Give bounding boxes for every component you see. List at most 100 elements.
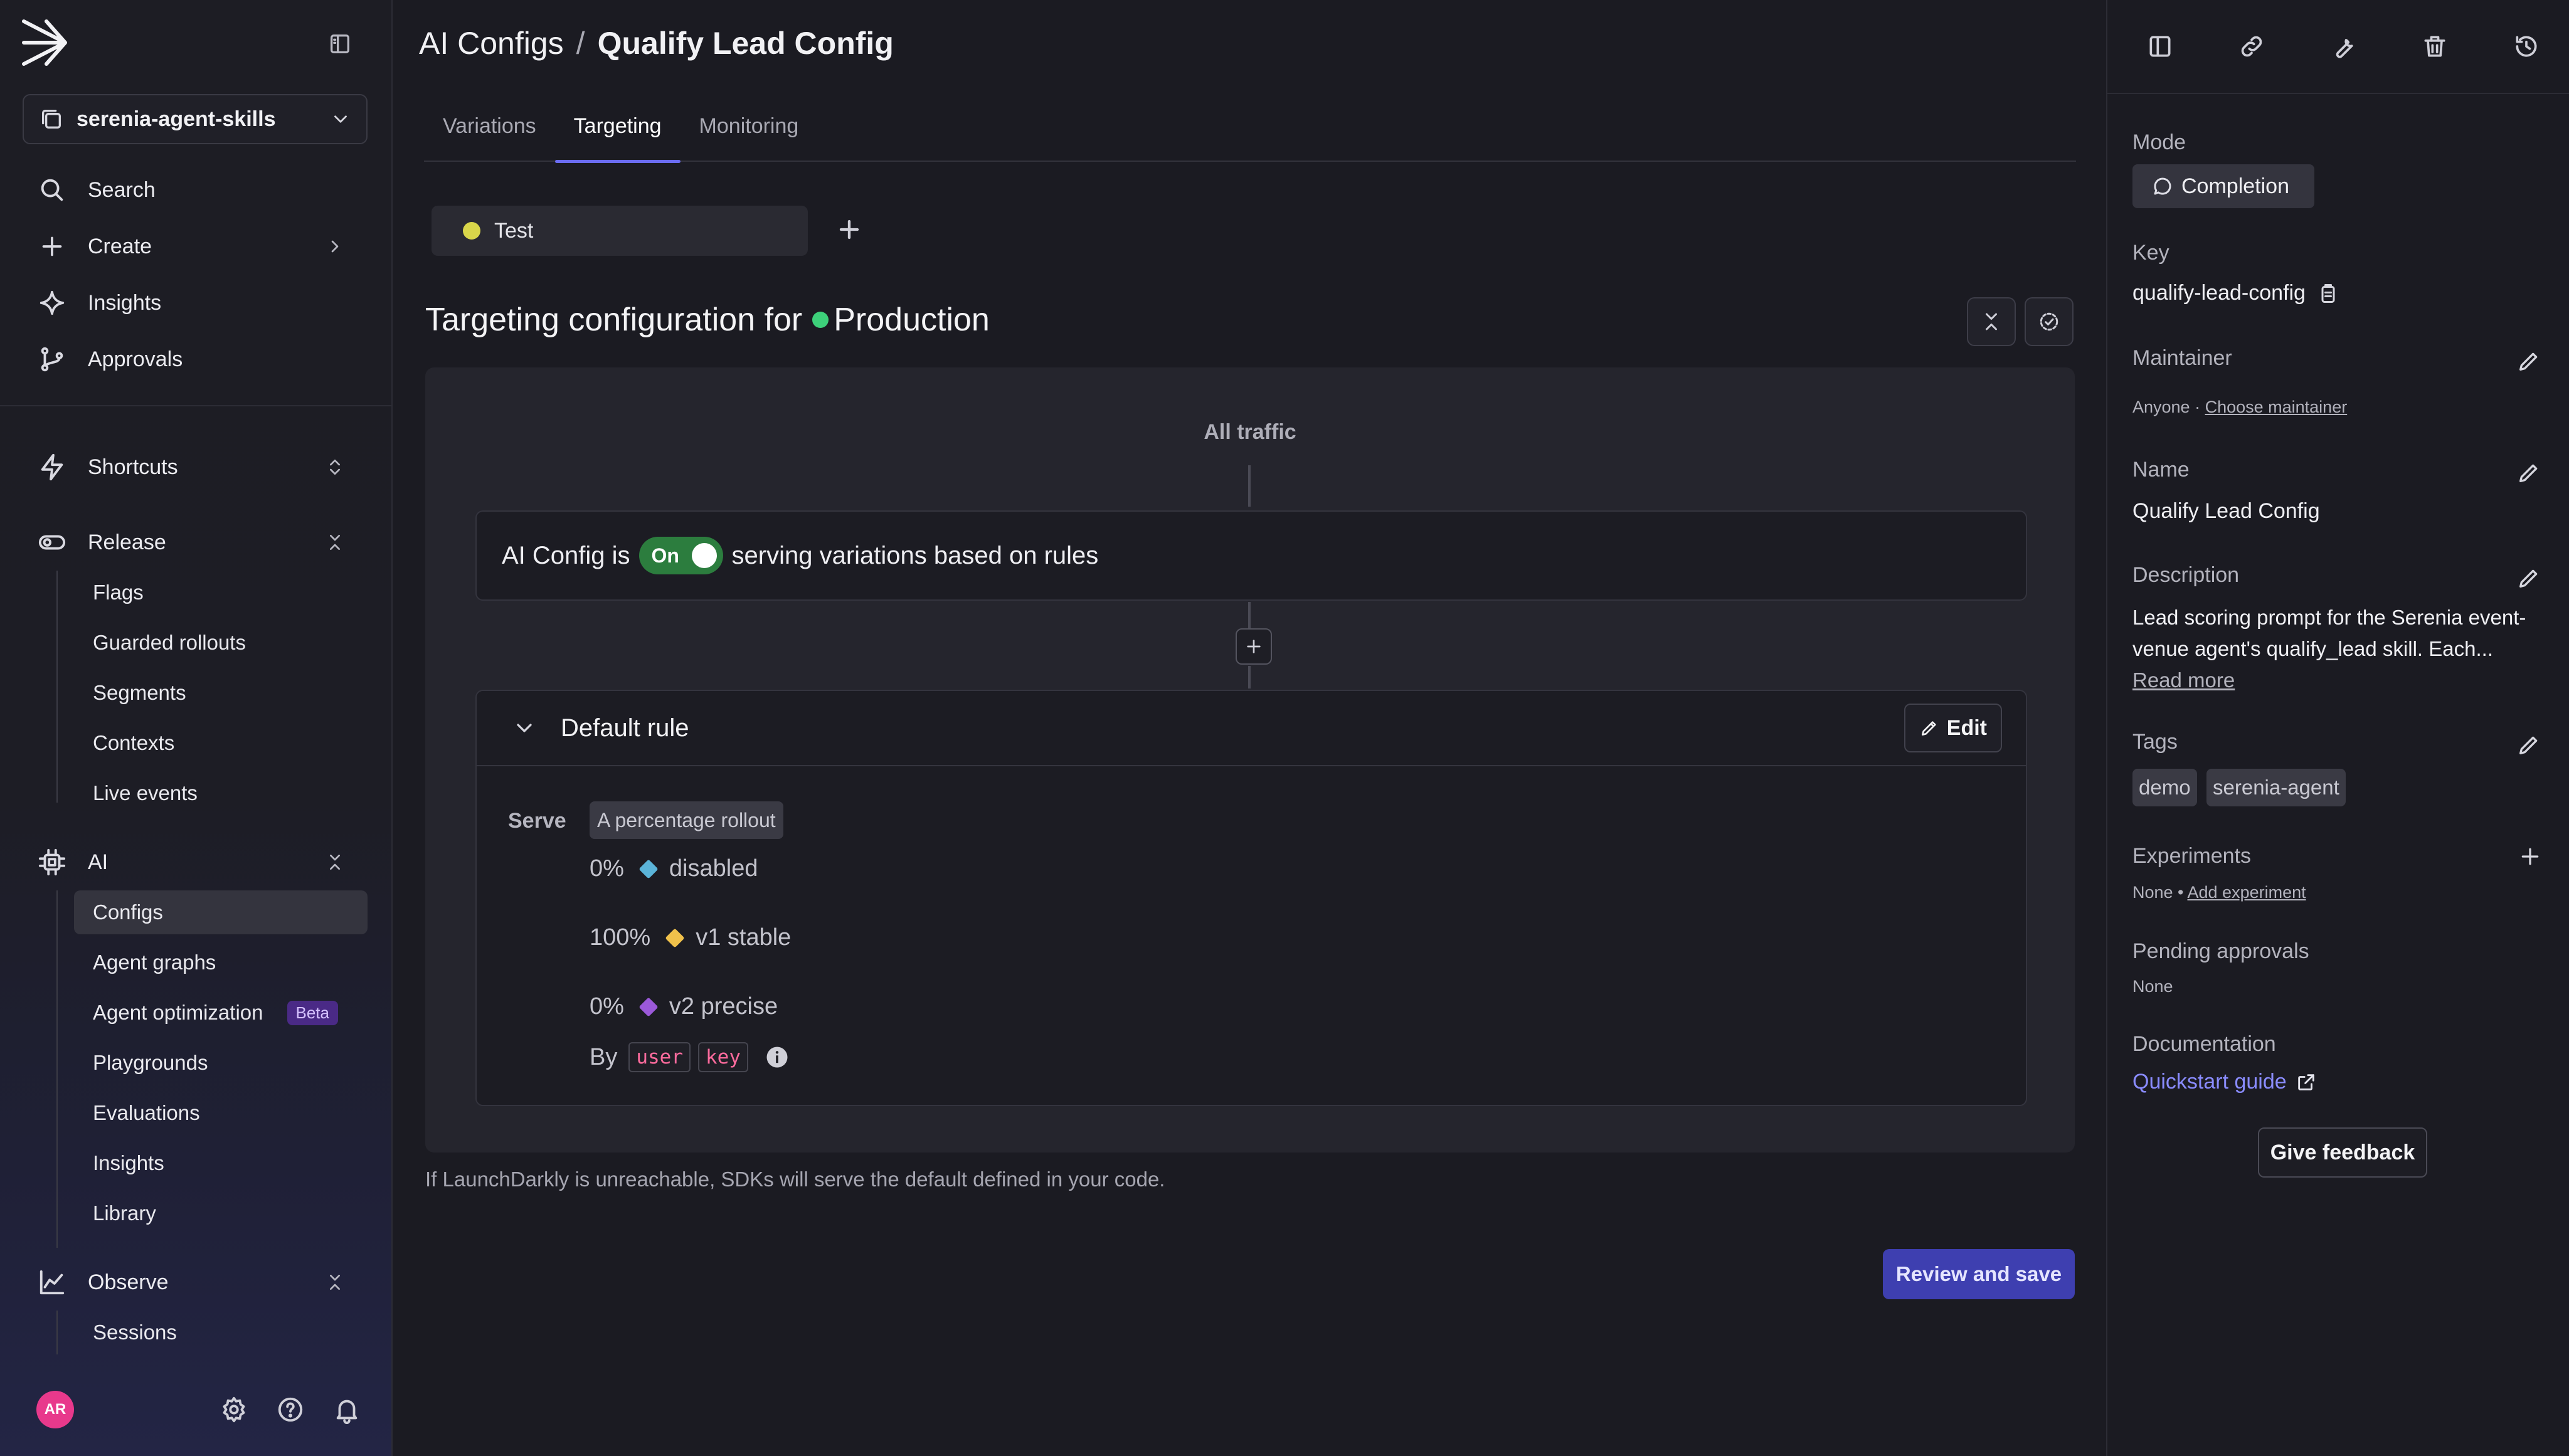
targeting-title-prefix: Targeting configuration for <box>425 302 803 338</box>
chevron-down-icon[interactable] <box>512 715 537 741</box>
config-on-toggle[interactable]: On <box>638 537 723 574</box>
info-icon[interactable] <box>763 1043 791 1071</box>
ai-item-configs-label: Configs <box>93 900 163 924</box>
nav-approvals[interactable]: Approvals <box>38 337 370 381</box>
avatar[interactable]: AR <box>36 1391 74 1428</box>
bell-icon[interactable] <box>332 1395 361 1424</box>
plus-icon <box>38 232 66 261</box>
variation-row: 0% v2 precise <box>590 993 778 1020</box>
ai-item-configs[interactable]: Configs <box>74 890 368 934</box>
toggle-label: On <box>651 544 679 567</box>
release-item-segments[interactable]: Segments <box>74 671 368 715</box>
add-environment-icon[interactable] <box>833 213 866 246</box>
ai-item-insights[interactable]: Insights <box>74 1141 368 1185</box>
observe-item-sessions[interactable]: Sessions <box>74 1311 368 1354</box>
nav-release-label: Release <box>88 530 166 554</box>
variation-percent: 0% <box>590 855 624 882</box>
give-feedback-button[interactable]: Give feedback <box>2258 1127 2427 1178</box>
name-value: Qualify Lead Config <box>2132 499 2320 523</box>
chevron-right-icon <box>325 236 345 256</box>
key-label: Key <box>2132 241 2169 265</box>
ai-item-library-label: Library <box>93 1201 156 1225</box>
history-icon[interactable] <box>2513 33 2540 60</box>
key-row: qualify-lead-config <box>2132 281 2339 305</box>
read-more-link[interactable]: Read more <box>2132 668 2235 692</box>
sidebar-footer: AR <box>36 1390 375 1430</box>
documentation-label: Documentation <box>2132 1032 2276 1056</box>
ai-item-playgrounds-label: Playgrounds <box>93 1051 208 1074</box>
launchdarkly-logo[interactable] <box>21 19 75 66</box>
pending-approvals-label: Pending approvals <box>2132 939 2309 963</box>
ai-tree-line <box>56 890 58 1248</box>
ai-item-agent-graphs-label: Agent graphs <box>93 951 216 974</box>
add-rule-button[interactable] <box>1236 628 1272 665</box>
environment-tab-test[interactable]: Test <box>432 206 808 256</box>
tab-targeting[interactable]: Targeting <box>554 100 681 163</box>
tag-chip[interactable]: demo <box>2132 769 2197 806</box>
choose-maintainer-link[interactable]: Choose maintainer <box>2205 398 2348 416</box>
add-experiment-icon[interactable] <box>2518 844 2543 869</box>
targeting-title: Targeting configuration for Production <box>425 301 990 339</box>
edit-description-icon[interactable] <box>2516 566 2541 591</box>
flow-connector <box>1248 666 1251 688</box>
ai-item-library[interactable]: Library <box>74 1191 368 1235</box>
experiments-label: Experiments <box>2132 844 2251 868</box>
edit-tags-icon[interactable] <box>2516 732 2541 757</box>
ai-item-playgrounds[interactable]: Playgrounds <box>74 1041 368 1085</box>
copy-icon[interactable] <box>2317 282 2339 305</box>
ai-item-agent-graphs[interactable]: Agent graphs <box>74 941 368 984</box>
release-item-live-events[interactable]: Live events <box>74 771 368 815</box>
default-rule-card: Default rule Edit Serve A percentage rol… <box>475 690 2027 1106</box>
quickstart-row: Quickstart guide <box>2132 1070 2317 1094</box>
page-title: Qualify Lead Config <box>597 26 894 61</box>
ai-item-evaluations[interactable]: Evaluations <box>74 1091 368 1135</box>
sidebar-collapse-icon[interactable] <box>327 31 352 56</box>
history-check-button[interactable] <box>2025 297 2074 346</box>
release-item-guarded-rollouts[interactable]: Guarded rollouts <box>74 621 368 665</box>
nav-release[interactable]: Release <box>38 520 370 564</box>
pencil-icon <box>1921 721 1936 736</box>
add-experiment-link[interactable]: Add experiment <box>2188 883 2306 902</box>
panel-toggle-icon[interactable] <box>2146 33 2174 60</box>
quickstart-guide-link[interactable]: Quickstart guide <box>2132 1070 2287 1094</box>
lightning-icon <box>38 453 66 482</box>
nav-observe[interactable]: Observe <box>38 1260 370 1304</box>
collapse-icon <box>1986 313 1997 330</box>
release-tree-line <box>56 571 58 803</box>
breadcrumb-ai-configs[interactable]: AI Configs <box>419 25 564 61</box>
default-rule-header[interactable]: Default rule Edit <box>477 691 2026 766</box>
trash-icon[interactable] <box>2421 33 2449 60</box>
tag-chip[interactable]: serenia-agent <box>2206 769 2346 806</box>
tab-variations[interactable]: Variations <box>424 100 555 162</box>
experiments-value: None <box>2132 883 2173 902</box>
wrench-icon[interactable] <box>2329 33 2357 60</box>
nav-shortcuts[interactable]: Shortcuts <box>38 445 370 489</box>
chart-icon <box>38 1268 66 1297</box>
nav-ai-label: AI <box>88 850 109 874</box>
variation-color-diamond <box>638 996 659 1017</box>
review-and-save-button[interactable]: Review and save <box>1883 1249 2075 1299</box>
link-icon[interactable] <box>2238 33 2265 60</box>
nav-ai[interactable]: AI <box>38 840 370 884</box>
help-icon[interactable] <box>276 1395 305 1424</box>
gear-icon[interactable] <box>220 1395 248 1424</box>
edit-rule-button[interactable]: Edit <box>1904 704 2002 752</box>
ai-item-agent-optimization[interactable]: Agent optimization Beta <box>74 991 368 1035</box>
chevron-collapse-icon <box>325 532 345 552</box>
chip-icon <box>38 848 66 877</box>
variation-name: v2 precise <box>669 993 778 1020</box>
state-prefix: AI Config is <box>502 541 630 569</box>
release-item-guarded-rollouts-label: Guarded rollouts <box>93 631 246 654</box>
project-switcher[interactable]: serenia-agent-skills <box>23 94 368 144</box>
nav-search[interactable]: Search <box>38 168 370 212</box>
nav-insights[interactable]: Insights <box>38 281 370 325</box>
nav-create[interactable]: Create <box>38 224 370 268</box>
collapse-all-button[interactable] <box>1967 297 2016 346</box>
description-block: Lead scoring prompt for the Serenia even… <box>2132 602 2559 696</box>
name-label: Name <box>2132 458 2190 482</box>
edit-maintainer-icon[interactable] <box>2516 349 2541 374</box>
release-item-flags[interactable]: Flags <box>74 571 368 615</box>
edit-name-icon[interactable] <box>2516 460 2541 485</box>
release-item-contexts[interactable]: Contexts <box>74 721 368 765</box>
tab-monitoring[interactable]: Monitoring <box>681 100 818 162</box>
